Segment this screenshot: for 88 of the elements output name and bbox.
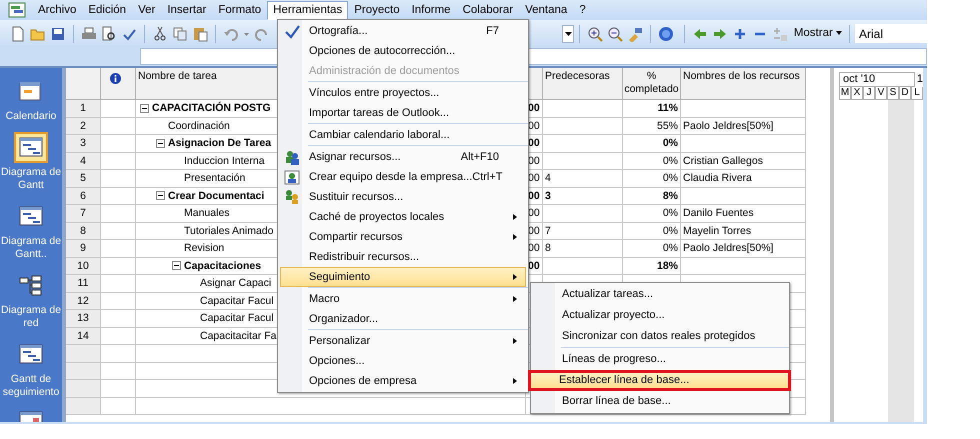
view-label: Diagrama de Gantt [0,166,62,192]
row-number: 5 [66,170,101,188]
menu-option[interactable]: Actualizar tareas... [533,284,787,305]
menu-option[interactable]: Opciones de empresa [280,371,526,391]
menu-option[interactable]: Organizador... [280,309,526,329]
menu-item[interactable]: Informe [406,0,457,20]
task-name-text: CAPACITACIÓN POSTG [152,100,271,116]
menu-item[interactable]: Edición [82,0,132,20]
column-header[interactable]: Predecesoras [543,68,623,100]
menu-option[interactable]: Sustituir recursos... [280,187,526,207]
menu-item[interactable]: Ventana [519,0,574,20]
row-number: 2 [66,118,101,135]
menu-item[interactable]: Herramientas [267,0,348,20]
menu-option[interactable]: Opciones... [280,351,526,371]
table-cell: 18% [623,258,681,275]
row-number: 11 [66,275,101,292]
row-number: 6 [66,188,101,205]
menu-item[interactable]: Archivo [32,0,82,20]
row-number: 9 [66,240,101,258]
menu-option[interactable]: Asignar recursos... Alt+F10 [280,147,526,167]
timescale-label: 1 [916,72,923,87]
menu-option[interactable]: Personalizar [280,331,526,351]
table-cell: 0% [623,152,681,170]
row-number: 13 [66,310,101,328]
column-header[interactable]: Nombres de los recursos [681,68,806,100]
task-name-text: Capacitacitar Fa [200,328,276,344]
table-cell: 7 [543,222,623,240]
menu-option[interactable]: Macro [280,289,526,309]
menu-option[interactable]: Líneas de progreso... [533,349,787,370]
show-button[interactable]: Mostrar [792,24,844,42]
table-cell: 55% [623,118,681,135]
task-name-text: Presentación [184,171,246,186]
view-label: Diagrama de Gantt.. [0,235,62,261]
table-cell: 0% [623,240,681,258]
menu-item[interactable]: ? [573,0,592,20]
column-header[interactable]: % completado [623,68,681,100]
row-number: 7 [66,205,101,222]
menu-item[interactable]: Insertar [161,0,212,20]
table-cell: 0% [623,205,681,222]
row-number: 1 [66,100,101,118]
task-name-text: Capacitaciones [184,258,262,274]
table-cell: 0% [623,222,681,240]
table-cell: 11% [623,100,681,118]
task-name-text: Manuales [184,206,230,222]
table-cell: 8 [543,240,623,258]
menu-option[interactable]: Vínculos entre proyectos... [280,83,526,103]
row-number: 10 [66,258,101,275]
table-cell: 0% [623,135,681,152]
menu-option[interactable]: Importar tareas de Outlook... [280,103,526,123]
menu-option[interactable]: Sincronizar con datos reales protegidos [533,326,787,347]
task-name-text: Capacitar Facul [200,294,274,309]
view-label: Gantt de seguimiento [2,373,60,399]
task-name-text: Induccion Interna [184,154,265,169]
row-number: 8 [66,222,101,240]
row-number: 12 [66,292,101,310]
menu-option[interactable]: Crear equipo desde la empresa...Ctrl+T [280,167,526,187]
task-name-text: Asignar Capaci [200,276,272,292]
task-name-text: Revision [184,241,224,256]
menu-option[interactable]: Caché de proyectos locales [280,207,526,227]
timescale-label: oct '10 [839,72,915,87]
view-label: Calendario [6,110,56,123]
menu-option[interactable]: Seguimiento [280,267,526,287]
row-number: 4 [66,152,101,170]
menu-item[interactable]: Proyecto [348,0,406,20]
menu-option[interactable]: Opciones de autocorrección... [280,41,526,61]
menu-option[interactable]: Ortografía... F7 [280,21,526,41]
task-name-text: Crear Documentaci [168,188,264,204]
view-label: Diagrama de red [0,304,62,330]
font-field[interactable]: Arial [855,24,927,43]
table-cell: 3 [543,188,623,205]
row-number: 14 [66,328,101,345]
task-name-text: Capacitar Facul [200,311,274,326]
task-name-text: Asignacion De Tarea [168,136,272,152]
menu-option[interactable]: Establecer línea de base... [528,370,791,391]
menu-option[interactable]: Cambiar calendario laboral... [280,125,526,145]
task-name-text: Coordinación [168,118,230,134]
menu-item[interactable]: Colaborar [456,0,520,20]
row-number: 3 [66,135,101,152]
task-name-text: Tutoriales Animado [184,224,274,239]
menu-option[interactable]: Redistribuir recursos... [280,247,526,267]
table-cell: 4 [543,170,623,188]
table-cell: 0% [623,170,681,188]
menu-option[interactable]: Compartir recursos [280,227,526,247]
menu-option[interactable]: Borrar línea de base... [533,391,787,412]
menu-item[interactable]: Formato [212,0,268,20]
menu-item[interactable]: Ver [132,0,162,20]
menu-option[interactable]: Actualizar proyecto... [533,305,787,326]
table-cell: 8% [623,188,681,205]
